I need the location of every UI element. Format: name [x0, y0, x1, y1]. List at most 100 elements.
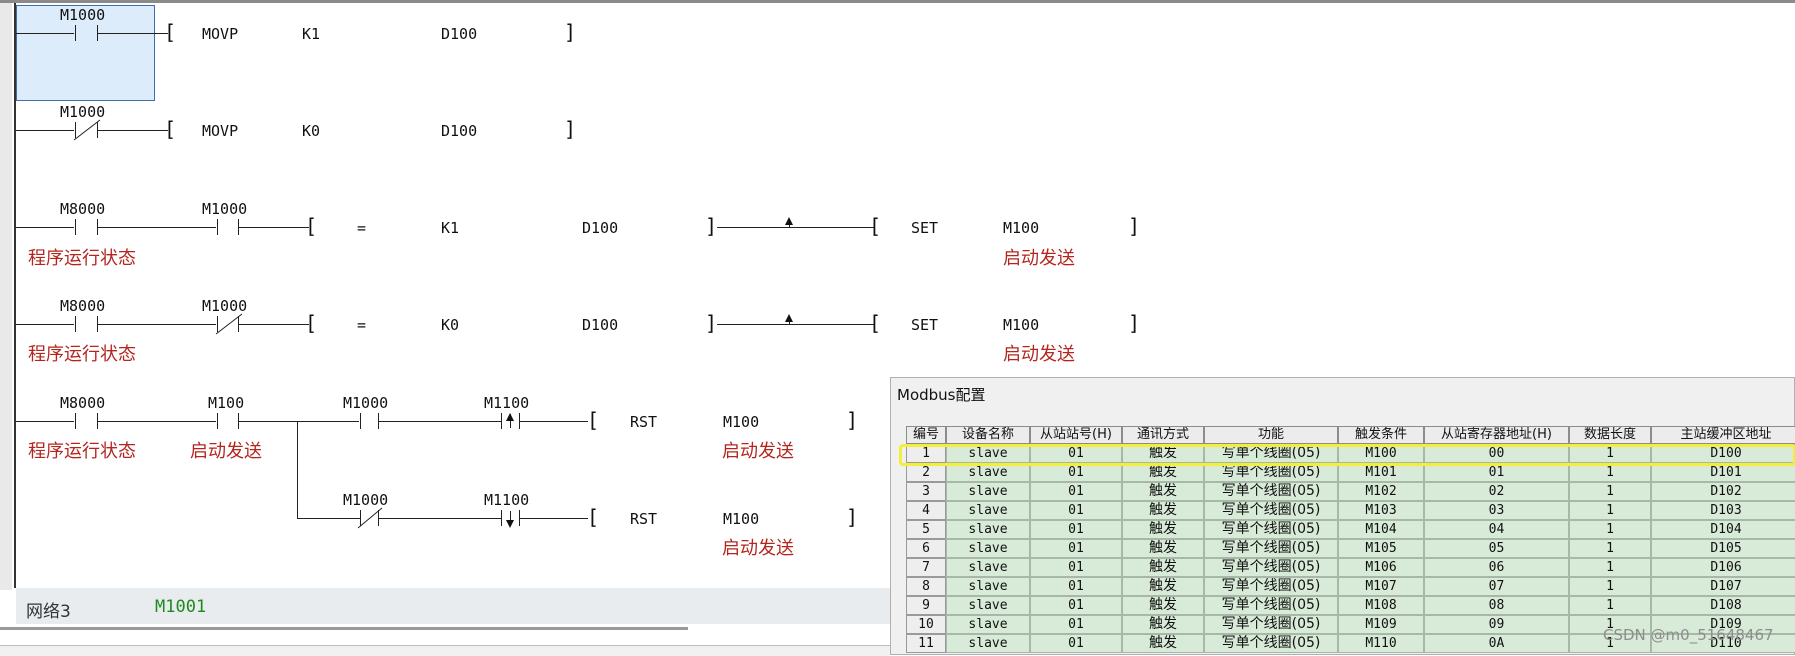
table-cell[interactable]: 01 — [1030, 482, 1122, 501]
instr-operand[interactable]: M100 — [1003, 219, 1039, 237]
table-cell[interactable]: D103 — [1651, 501, 1795, 520]
instr-operand[interactable]: K0 — [441, 316, 459, 334]
instr-name[interactable]: SET — [911, 316, 938, 334]
contact-no[interactable] — [217, 413, 218, 429]
instr-operand[interactable]: M100 — [723, 510, 759, 528]
instr-name[interactable]: MOVP — [202, 25, 238, 43]
table-cell[interactable]: 09 — [1424, 615, 1569, 634]
table-cell[interactable]: slave — [946, 558, 1030, 577]
table-cell[interactable]: 07 — [1424, 577, 1569, 596]
instr-operand[interactable]: M100 — [723, 413, 759, 431]
table-cell[interactable]: 触发 — [1122, 596, 1204, 615]
table-cell[interactable]: 触发 — [1122, 577, 1204, 596]
instr-operand[interactable]: K1 — [441, 219, 459, 237]
instr-operand[interactable]: D100 — [441, 25, 477, 43]
instr-operand[interactable]: D100 — [582, 316, 618, 334]
table-cell[interactable]: 写单个线圈(05) — [1204, 577, 1338, 596]
table-cell[interactable]: 01 — [1030, 596, 1122, 615]
table-cell[interactable]: 1 — [1569, 501, 1651, 520]
table-cell[interactable]: slave — [946, 577, 1030, 596]
table-cell[interactable]: D104 — [1651, 520, 1795, 539]
table-cell[interactable]: M103 — [1338, 501, 1424, 520]
column-header[interactable]: 编号 — [906, 426, 946, 444]
table-cell[interactable]: D102 — [1651, 482, 1795, 501]
table-cell[interactable]: M107 — [1338, 577, 1424, 596]
network-header[interactable]: 网络3 M1001 — [16, 588, 896, 624]
horizontal-scrollbar[interactable] — [0, 627, 688, 630]
table-cell[interactable]: 01 — [1030, 577, 1122, 596]
table-cell[interactable]: 触发 — [1122, 501, 1204, 520]
column-header[interactable]: 从站寄存器地址(H) — [1424, 426, 1569, 444]
table-cell[interactable]: 写单个线圈(05) — [1204, 520, 1338, 539]
table-cell[interactable]: slave — [946, 596, 1030, 615]
contact-no[interactable] — [75, 413, 76, 429]
contact-no[interactable] — [360, 413, 361, 429]
table-cell[interactable]: 0A — [1424, 634, 1569, 653]
table-cell[interactable]: 1 — [1569, 539, 1651, 558]
contact-no[interactable] — [75, 316, 76, 332]
table-cell[interactable]: M110 — [1338, 634, 1424, 653]
table-cell[interactable]: M105 — [1338, 539, 1424, 558]
table-cell[interactable]: 触发 — [1122, 615, 1204, 634]
table-cell[interactable]: 01 — [1030, 558, 1122, 577]
row-number[interactable]: 8 — [906, 577, 946, 596]
table-cell[interactable]: 写单个线圈(05) — [1204, 615, 1338, 634]
table-cell[interactable]: M109 — [1338, 615, 1424, 634]
instr-operand[interactable]: M100 — [1003, 316, 1039, 334]
contact-no[interactable] — [75, 219, 76, 235]
contact-rising[interactable] — [501, 413, 502, 429]
table-cell[interactable]: 1 — [1569, 558, 1651, 577]
table-cell[interactable]: 05 — [1424, 539, 1569, 558]
table-cell[interactable]: 01 — [1030, 615, 1122, 634]
table-cell[interactable]: 1 — [1569, 520, 1651, 539]
table-cell[interactable]: 1 — [1569, 596, 1651, 615]
column-header[interactable]: 设备名称 — [946, 426, 1030, 444]
instr-operand[interactable]: D100 — [582, 219, 618, 237]
row-number[interactable]: 9 — [906, 596, 946, 615]
contact-no[interactable] — [217, 219, 218, 235]
table-cell[interactable]: 01 — [1030, 520, 1122, 539]
table-cell[interactable]: 触发 — [1122, 520, 1204, 539]
table-cell[interactable]: slave — [946, 634, 1030, 653]
table-cell[interactable]: 08 — [1424, 596, 1569, 615]
row-number[interactable]: 4 — [906, 501, 946, 520]
table-cell[interactable]: M102 — [1338, 482, 1424, 501]
row-number[interactable]: 5 — [906, 520, 946, 539]
compare-operator[interactable]: = — [357, 316, 366, 334]
table-cell[interactable]: 02 — [1424, 482, 1569, 501]
instr-operand[interactable]: D100 — [441, 122, 477, 140]
instr-operand[interactable]: K0 — [302, 122, 320, 140]
table-cell[interactable]: D107 — [1651, 577, 1795, 596]
table-cell[interactable]: M108 — [1338, 596, 1424, 615]
column-header[interactable]: 主站缓冲区地址 — [1651, 426, 1795, 444]
table-cell[interactable]: slave — [946, 482, 1030, 501]
modbus-config-dialog[interactable]: Modbus配置 编号 设备名称 从站站号(H) 通讯方式 功能 触发条件 从站寄存器地址(… — [890, 377, 1795, 655]
table-cell[interactable]: 写单个线圈(05) — [1204, 596, 1338, 615]
contact-falling[interactable] — [501, 510, 502, 526]
table-cell[interactable]: slave — [946, 501, 1030, 520]
compare-operator[interactable]: = — [357, 219, 366, 237]
table-cell[interactable]: 06 — [1424, 558, 1569, 577]
table-cell[interactable]: 1 — [1569, 482, 1651, 501]
column-header[interactable]: 通讯方式 — [1122, 426, 1204, 444]
column-header[interactable]: 数据长度 — [1569, 426, 1651, 444]
table-cell[interactable]: slave — [946, 539, 1030, 558]
table-cell[interactable]: 01 — [1030, 634, 1122, 653]
table-cell[interactable]: 写单个线圈(05) — [1204, 539, 1338, 558]
table-cell[interactable]: 触发 — [1122, 558, 1204, 577]
table-cell[interactable]: 触发 — [1122, 539, 1204, 558]
table-cell[interactable]: 写单个线圈(05) — [1204, 634, 1338, 653]
table-cell[interactable]: 写单个线圈(05) — [1204, 482, 1338, 501]
row-number[interactable]: 3 — [906, 482, 946, 501]
table-cell[interactable]: D105 — [1651, 539, 1795, 558]
table-cell[interactable]: 03 — [1424, 501, 1569, 520]
contact-no[interactable] — [75, 25, 76, 41]
instr-name[interactable]: SET — [911, 219, 938, 237]
table-cell[interactable]: M104 — [1338, 520, 1424, 539]
table-cell[interactable]: 01 — [1030, 539, 1122, 558]
table-cell[interactable]: 01 — [1030, 501, 1122, 520]
instr-name[interactable]: RST — [630, 510, 657, 528]
table-cell[interactable]: 写单个线圈(05) — [1204, 558, 1338, 577]
table-cell[interactable]: 触发 — [1122, 634, 1204, 653]
table-cell[interactable]: 04 — [1424, 520, 1569, 539]
